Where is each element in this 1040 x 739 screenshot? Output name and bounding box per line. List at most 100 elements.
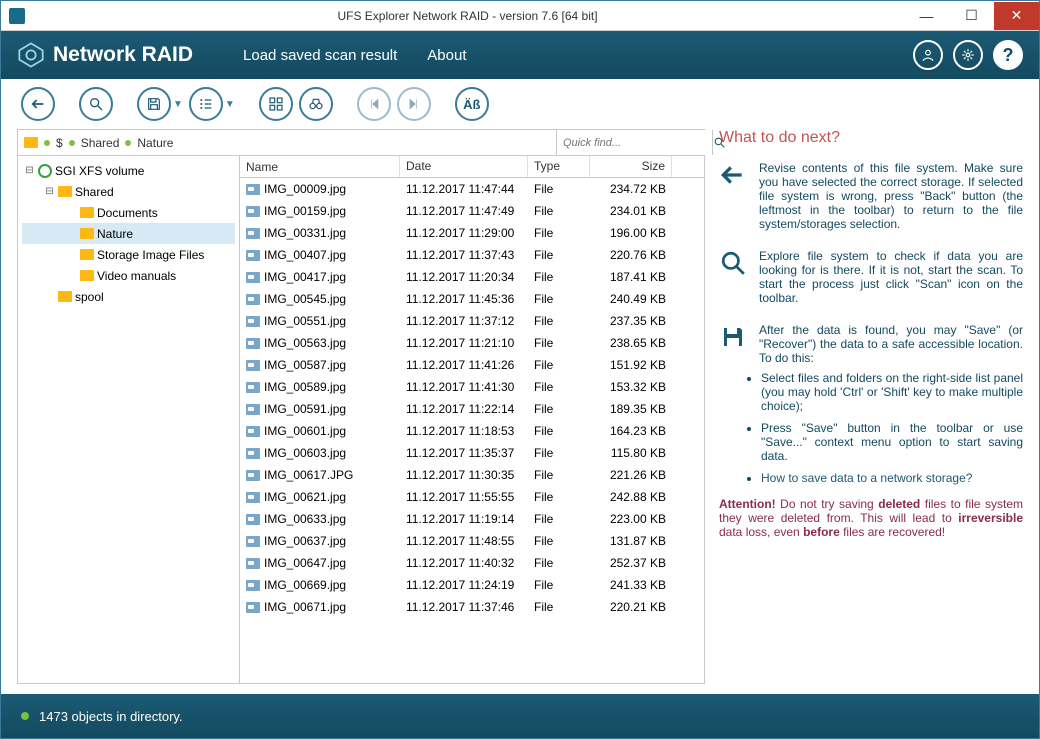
help-button[interactable]: ? [993,40,1023,70]
minimize-button[interactable]: — [904,2,949,30]
file-size: 241.33 KB [590,578,672,592]
image-file-icon [246,272,260,283]
collapse-icon[interactable]: ⊟ [44,186,55,197]
file-row[interactable]: IMG_00621.jpg11.12.2017 11:55:55File242.… [240,486,704,508]
nav-prev-button[interactable] [357,87,391,121]
image-file-icon [246,602,260,613]
nav-next-button[interactable] [397,87,431,121]
file-rows[interactable]: IMG_00009.jpg11.12.2017 11:47:44File234.… [240,178,704,683]
list-options-button[interactable] [189,87,223,121]
back-button[interactable] [21,87,55,121]
file-row[interactable]: IMG_00407.jpg11.12.2017 11:37:43File220.… [240,244,704,266]
file-name: IMG_00331.jpg [264,226,346,240]
image-file-icon [246,536,260,547]
step-forward-icon [406,96,422,112]
settings-button[interactable] [953,40,983,70]
tree-nature[interactable]: Nature [22,223,235,244]
quick-find-input[interactable] [557,130,712,155]
app-name: Network RAID [53,43,193,67]
menu-load-saved[interactable]: Load saved scan result [243,47,397,64]
file-date: 11.12.2017 11:19:14 [400,512,528,526]
file-row[interactable]: IMG_00417.jpg11.12.2017 11:20:34File187.… [240,266,704,288]
file-type: File [528,292,590,306]
file-date: 11.12.2017 11:47:49 [400,204,528,218]
file-type: File [528,314,590,328]
file-row[interactable]: IMG_00563.jpg11.12.2017 11:21:10File238.… [240,332,704,354]
file-row[interactable]: IMG_00587.jpg11.12.2017 11:41:26File151.… [240,354,704,376]
file-row[interactable]: IMG_00637.jpg11.12.2017 11:48:55File131.… [240,530,704,552]
file-row[interactable]: IMG_00009.jpg11.12.2017 11:47:44File234.… [240,178,704,200]
file-type: File [528,512,590,526]
find-button[interactable] [299,87,333,121]
file-row[interactable]: IMG_00647.jpg11.12.2017 11:40:32File252.… [240,552,704,574]
menu-about[interactable]: About [427,47,466,64]
save-dropdown[interactable]: ▼ [173,99,183,110]
tree-documents[interactable]: Documents [22,202,235,223]
col-type[interactable]: Type [528,156,590,177]
help-text-1: Revise contents of this file system. Mak… [759,161,1023,231]
collapse-icon[interactable]: ⊟ [24,165,35,176]
file-date: 11.12.2017 11:45:36 [400,292,528,306]
breadcrumb-nature[interactable]: Nature [137,136,173,150]
tree-video[interactable]: Video manuals [22,265,235,286]
file-name: IMG_00009.jpg [264,182,346,196]
file-name: IMG_00591.jpg [264,402,346,416]
user-button[interactable] [913,40,943,70]
file-date: 11.12.2017 11:40:32 [400,556,528,570]
file-row[interactable]: IMG_00159.jpg11.12.2017 11:47:49File234.… [240,200,704,222]
folder-tree[interactable]: ⊟SGI XFS volume ⊟Shared Documents Nature… [18,156,240,683]
file-row[interactable]: IMG_00671.jpg11.12.2017 11:37:46File220.… [240,596,704,618]
col-date[interactable]: Date [400,156,528,177]
help-scan-icon [719,249,747,277]
file-row[interactable]: IMG_00669.jpg11.12.2017 11:24:19File241.… [240,574,704,596]
file-type: File [528,380,590,394]
col-name[interactable]: Name [240,156,400,177]
file-type: File [528,270,590,284]
menubar: Network RAID Load saved scan result Abou… [1,31,1039,79]
breadcrumb[interactable]: $ Shared Nature [18,130,556,156]
tree-shared[interactable]: ⊟Shared [22,181,235,202]
file-size: 164.23 KB [590,424,672,438]
file-row[interactable]: IMG_00589.jpg11.12.2017 11:41:30File153.… [240,376,704,398]
app-logo: Network RAID [17,41,193,69]
file-row[interactable]: IMG_00603.jpg11.12.2017 11:35:37File115.… [240,442,704,464]
arrow-left-icon [30,96,46,112]
file-name: IMG_00633.jpg [264,512,346,526]
file-date: 11.12.2017 11:47:44 [400,182,528,196]
file-row[interactable]: IMG_00633.jpg11.12.2017 11:19:14File223.… [240,508,704,530]
view-grid-button[interactable] [259,87,293,121]
encoding-button[interactable]: Äß [455,87,489,121]
file-name: IMG_00637.jpg [264,534,346,548]
file-size: 240.49 KB [590,292,672,306]
file-row[interactable]: IMG_00331.jpg11.12.2017 11:29:00File196.… [240,222,704,244]
image-file-icon [246,404,260,415]
file-row[interactable]: IMG_00601.jpg11.12.2017 11:18:53File164.… [240,420,704,442]
tree-storage[interactable]: Storage Image Files [22,244,235,265]
image-file-icon [246,338,260,349]
image-file-icon [246,470,260,481]
scan-button[interactable] [79,87,113,121]
step-back-icon [366,96,382,112]
file-row[interactable]: IMG_00551.jpg11.12.2017 11:37:12File237.… [240,310,704,332]
breadcrumb-shared[interactable]: Shared [81,136,120,150]
col-size[interactable]: Size [590,156,672,177]
gear-icon [961,48,975,62]
breadcrumb-root[interactable]: $ [56,136,63,150]
tree-volume[interactable]: ⊟SGI XFS volume [22,160,235,181]
maximize-button[interactable]: ☐ [949,2,994,30]
file-date: 11.12.2017 11:24:19 [400,578,528,592]
folder-icon [80,249,94,260]
file-row[interactable]: IMG_00591.jpg11.12.2017 11:22:14File189.… [240,398,704,420]
file-size: 131.87 KB [590,534,672,548]
close-button[interactable]: ✕ [994,2,1039,30]
save-button[interactable] [137,87,171,121]
file-row[interactable]: IMG_00617.JPG11.12.2017 11:30:35File221.… [240,464,704,486]
file-type: File [528,336,590,350]
help-link[interactable]: How to save data to a network storage? [761,471,972,485]
tree-spool[interactable]: spool [22,286,235,307]
list-dropdown[interactable]: ▼ [225,99,235,110]
folder-icon [80,270,94,281]
file-row[interactable]: IMG_00545.jpg11.12.2017 11:45:36File240.… [240,288,704,310]
image-file-icon [246,206,260,217]
titlebar: UFS Explorer Network RAID - version 7.6 … [1,1,1039,31]
